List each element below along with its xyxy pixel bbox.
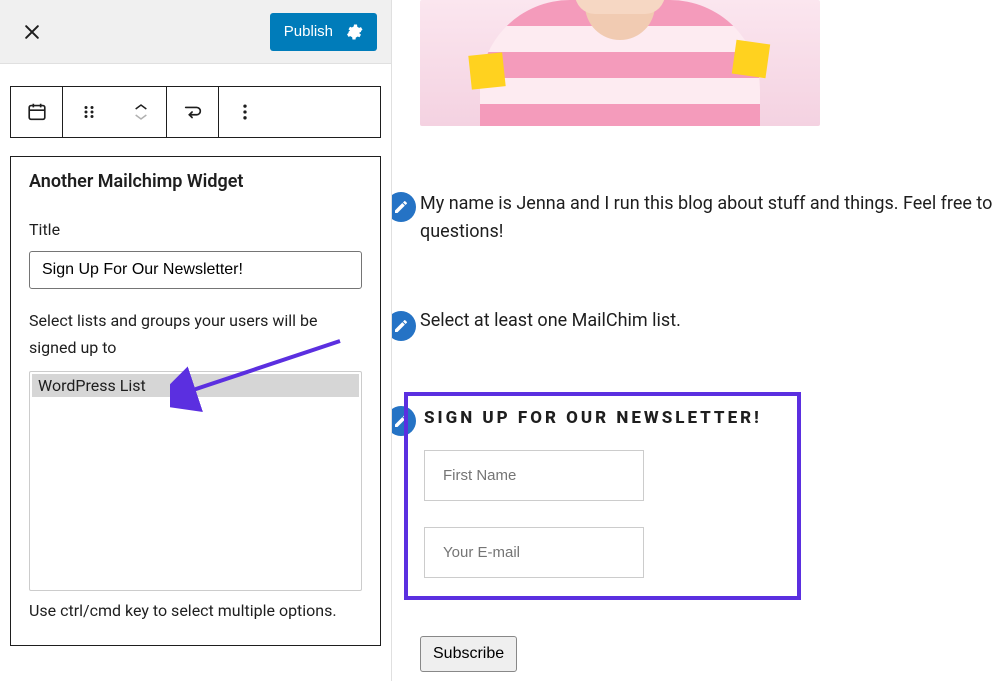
- transform-button[interactable]: [167, 87, 219, 137]
- drag-icon: [80, 103, 98, 121]
- subscribe-button[interactable]: Subscribe: [420, 636, 517, 672]
- widget-panel-title: Another Mailchimp Widget: [29, 171, 362, 192]
- intro-text: My name is Jenna and I run this blog abo…: [420, 190, 1008, 246]
- editor-sidebar: Publish Another Mailchimp Widget: [0, 0, 392, 681]
- signup-widget: SIGN UP FOR OUR NEWSLETTER!: [404, 392, 801, 600]
- title-input[interactable]: [29, 251, 362, 289]
- edit-handle[interactable]: [392, 311, 416, 341]
- more-vertical-icon: [235, 102, 255, 122]
- title-label: Title: [29, 220, 362, 239]
- widget-panel: Another Mailchimp Widget Title Select li…: [10, 156, 381, 646]
- publish-label: Publish: [284, 23, 333, 40]
- gear-icon: [345, 23, 363, 41]
- block-toolbar: [10, 86, 381, 138]
- editor-header: Publish: [0, 0, 391, 64]
- signup-title: SIGN UP FOR OUR NEWSLETTER!: [424, 408, 781, 428]
- publish-button[interactable]: Publish: [270, 13, 377, 51]
- arrow-loop-icon: [182, 101, 204, 123]
- email-field[interactable]: [424, 527, 644, 578]
- preview-canvas: My name is Jenna and I run this blog abo…: [392, 0, 1008, 681]
- more-options-button[interactable]: [219, 87, 271, 137]
- list-option[interactable]: WordPress List: [32, 374, 359, 397]
- edit-handle[interactable]: [392, 192, 416, 222]
- warning-text: Select at least one MailChim list.: [420, 310, 681, 331]
- drag-handle[interactable]: [63, 87, 115, 137]
- close-button[interactable]: [14, 14, 50, 50]
- close-icon: [22, 22, 42, 42]
- chevron-down-icon: [133, 112, 149, 122]
- multi-help: Use ctrl/cmd key to select multiple opti…: [29, 597, 362, 624]
- lists-label: Select lists and groups your users will …: [29, 307, 362, 361]
- hero-image: [420, 0, 820, 126]
- chevron-up-icon: [133, 102, 149, 112]
- block-type-button[interactable]: [11, 87, 63, 137]
- move-buttons[interactable]: [115, 87, 167, 137]
- lists-select[interactable]: WordPress List: [29, 371, 362, 591]
- calendar-icon: [26, 101, 48, 123]
- first-name-field[interactable]: [424, 450, 644, 501]
